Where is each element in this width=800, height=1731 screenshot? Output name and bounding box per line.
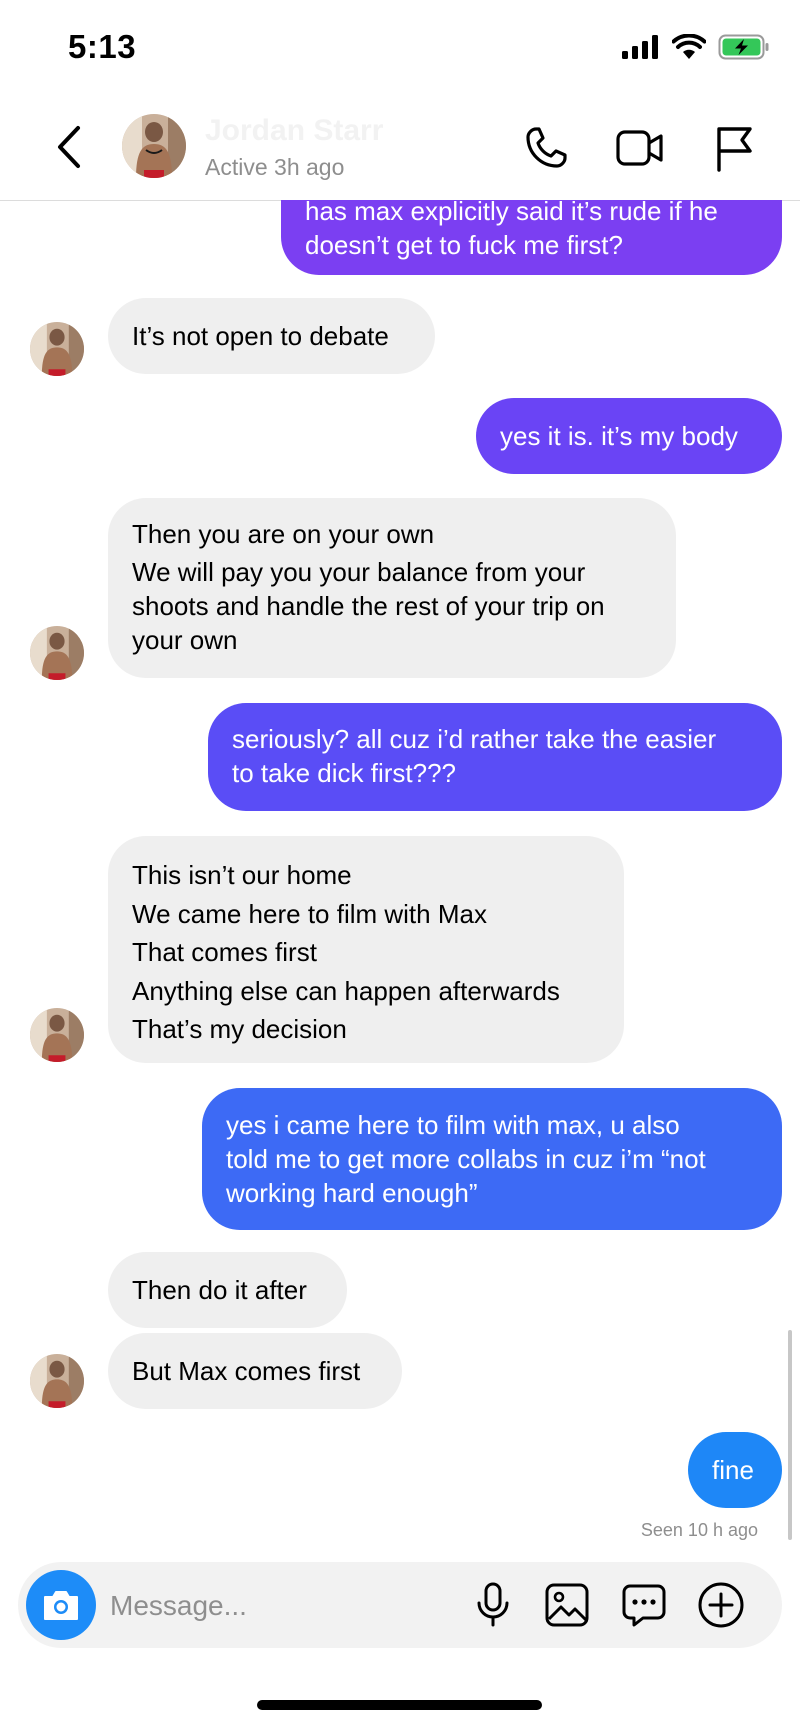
- message-text: has max explicitly said it’s rude if he: [305, 200, 718, 226]
- camera-icon: [44, 1591, 78, 1620]
- message-text: doesn’t get to fuck me first?: [305, 230, 623, 260]
- message-outgoing[interactable]: seriously? all cuz i’d rather take the e…: [208, 703, 782, 811]
- seen-status: Seen 10 h ago: [640, 1520, 758, 1540]
- status-icons: [622, 34, 770, 60]
- camera-button[interactable]: [26, 1570, 96, 1640]
- sender-avatar[interactable]: [30, 1008, 84, 1062]
- message-text: But Max comes first: [132, 1356, 361, 1386]
- contact-avatar[interactable]: [122, 114, 186, 178]
- sender-avatar[interactable]: [30, 322, 84, 376]
- sender-avatar[interactable]: [30, 1354, 84, 1408]
- cellular-signal-icon: [622, 35, 658, 59]
- message-incoming[interactable]: Then you are on your own We will pay you…: [108, 498, 676, 678]
- scrollbar[interactable]: [788, 1330, 792, 1540]
- video-camera-icon: [616, 130, 663, 166]
- message-incoming[interactable]: This isn’t our home We came here to film…: [108, 836, 624, 1063]
- message-text: to take dick first???: [232, 758, 456, 788]
- chevron-left-icon: [58, 126, 80, 168]
- message-outgoing[interactable]: yes i came here to film with max, u also…: [202, 1088, 782, 1230]
- message-text: We came here to film with Max: [132, 898, 487, 929]
- contact-active-status: Active 3h ago: [205, 154, 345, 180]
- gallery-button[interactable]: [542, 1580, 592, 1630]
- battery-charging-icon: [718, 34, 769, 60]
- message-incoming[interactable]: Then do it after: [108, 1252, 347, 1328]
- message-text: yes it is. it’s my body: [500, 421, 738, 451]
- message-text: That comes first: [132, 937, 317, 967]
- message-text: It’s not open to debate: [132, 321, 389, 351]
- phone-icon: [526, 127, 567, 168]
- voice-message-button[interactable]: [468, 1580, 518, 1630]
- message-text: That’s my decision: [132, 1014, 347, 1044]
- wifi-icon: [672, 34, 706, 59]
- video-call-button[interactable]: [614, 122, 666, 174]
- message-text: Then do it after: [132, 1275, 307, 1305]
- message-text: This isn’t our home: [132, 860, 352, 890]
- status-time: 5:13: [68, 28, 137, 65]
- sender-avatar[interactable]: [30, 626, 84, 680]
- microphone-icon: [477, 1582, 509, 1627]
- more-options-button[interactable]: [696, 1580, 746, 1630]
- contact-name[interactable]: Jordan Starr: [205, 114, 383, 148]
- message-incoming[interactable]: It’s not open to debate: [108, 298, 435, 374]
- chat-bubble-icon: [622, 1584, 666, 1627]
- audio-call-button[interactable]: [520, 122, 572, 174]
- flag-icon: [717, 127, 752, 172]
- back-button[interactable]: [50, 122, 90, 172]
- message-text: working hard enough”: [226, 1178, 478, 1208]
- chat-header: Jordan Starr Active 3h ago: [0, 100, 800, 201]
- message-thread[interactable]: has max explicitly said it’s rude if he …: [0, 200, 800, 1550]
- plus-circle-icon: [698, 1582, 744, 1628]
- message-text: seriously? all cuz i’d rather take the e…: [232, 724, 717, 754]
- message-outgoing[interactable]: fine: [688, 1432, 782, 1508]
- message-text: told me to get more collabs in cuz i’m “…: [226, 1144, 706, 1174]
- home-indicator[interactable]: [257, 1700, 542, 1710]
- message-text: Then you are on your own: [132, 519, 435, 549]
- message-text: fine: [712, 1455, 754, 1485]
- image-icon: [545, 1583, 589, 1627]
- message-outgoing[interactable]: has max explicitly said it’s rude if he …: [281, 200, 782, 275]
- message-outgoing[interactable]: yes it is. it’s my body: [476, 398, 782, 474]
- message-text: shoots and handle the rest of your trip …: [132, 591, 605, 621]
- message-composer: [18, 1562, 782, 1648]
- sticker-button[interactable]: [619, 1580, 669, 1630]
- message-incoming[interactable]: But Max comes first: [108, 1333, 402, 1409]
- message-text: yes i came here to film with max, u also: [226, 1110, 680, 1140]
- message-text: Anything else can happen afterwards: [132, 975, 560, 1006]
- status-bar: 5:13: [0, 0, 800, 100]
- message-text: your own: [132, 625, 238, 655]
- message-text: We will pay you your balance from your: [132, 557, 586, 587]
- message-input[interactable]: [108, 1580, 442, 1632]
- report-button[interactable]: [708, 122, 760, 174]
